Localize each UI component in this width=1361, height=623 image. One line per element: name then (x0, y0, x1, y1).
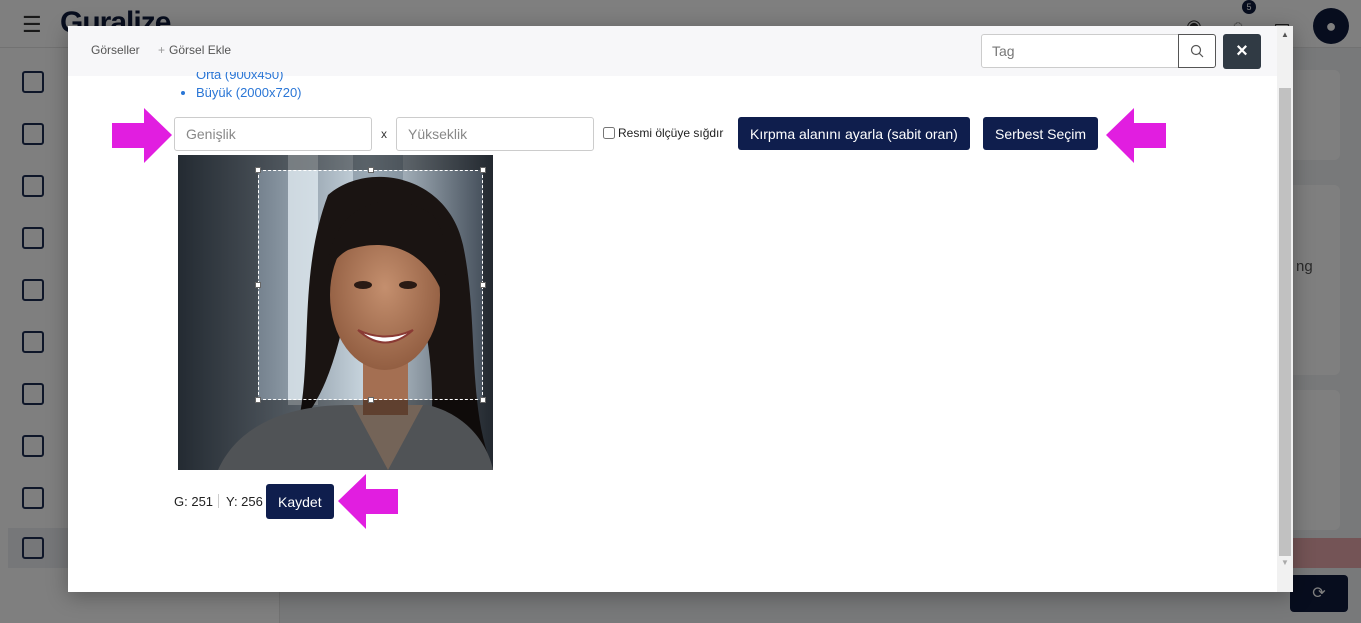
plus-icon: + (158, 43, 166, 57)
crop-handle[interactable] (368, 397, 374, 403)
crop-handle[interactable] (368, 167, 374, 173)
scrollbar-thumb[interactable] (1279, 88, 1291, 556)
crop-selection-box[interactable] (255, 167, 486, 403)
image-modal: Görseller +Görsel Ekle × ▲ ▼ Orta (900x4… (68, 26, 1293, 592)
save-button[interactable]: Kaydet (266, 484, 334, 519)
image-crop-area[interactable] (178, 155, 493, 470)
scroll-down-icon[interactable]: ▼ (1281, 558, 1289, 567)
fit-checkbox-label: Resmi ölçüye sığdır (618, 126, 724, 140)
close-button[interactable]: × (1223, 34, 1261, 69)
dimension-separator: x (381, 127, 387, 141)
size-option-medium[interactable]: Orta (900x450) (196, 72, 302, 84)
crop-width-value: G: 251 (174, 494, 214, 509)
crop-fixed-ratio-button[interactable]: Kırpma alanını ayarla (sabit oran) (738, 117, 970, 150)
height-input[interactable] (396, 117, 594, 151)
fit-to-size-checkbox[interactable]: Resmi ölçüye sığdır (603, 126, 723, 140)
crop-handle[interactable] (480, 397, 486, 403)
search-button[interactable] (1178, 34, 1216, 68)
arrow-left-icon (1106, 108, 1166, 163)
scroll-up-icon[interactable]: ▲ (1281, 30, 1289, 39)
close-icon: × (1236, 40, 1248, 62)
crop-height-value: Y: 256 (226, 494, 263, 509)
crop-handle[interactable] (480, 282, 486, 288)
modal-scrollbar[interactable]: ▲ ▼ (1277, 26, 1293, 592)
arrow-left-icon (338, 474, 398, 529)
breadcrumb-add-image[interactable]: + Görsel Ekle (158, 43, 231, 57)
dimension-divider (218, 494, 219, 508)
fit-checkbox[interactable] (603, 127, 615, 139)
free-select-button[interactable]: Serbest Seçim (983, 117, 1099, 150)
arrow-right-icon (112, 108, 172, 163)
crop-handle[interactable] (480, 167, 486, 173)
size-option-large[interactable]: Büyük (2000x720) (196, 84, 302, 102)
crop-handle[interactable] (255, 167, 261, 173)
crop-handle[interactable] (255, 397, 261, 403)
crop-handle[interactable] (255, 282, 261, 288)
width-input[interactable] (174, 117, 372, 151)
breadcrumb-add-image-label: Görsel Ekle (169, 43, 232, 57)
size-options-list: Orta (900x450) Büyük (2000x720) (196, 66, 302, 102)
search-icon (1190, 44, 1204, 58)
breadcrumb-images[interactable]: Görseller (91, 43, 140, 57)
tag-input[interactable] (981, 34, 1179, 68)
